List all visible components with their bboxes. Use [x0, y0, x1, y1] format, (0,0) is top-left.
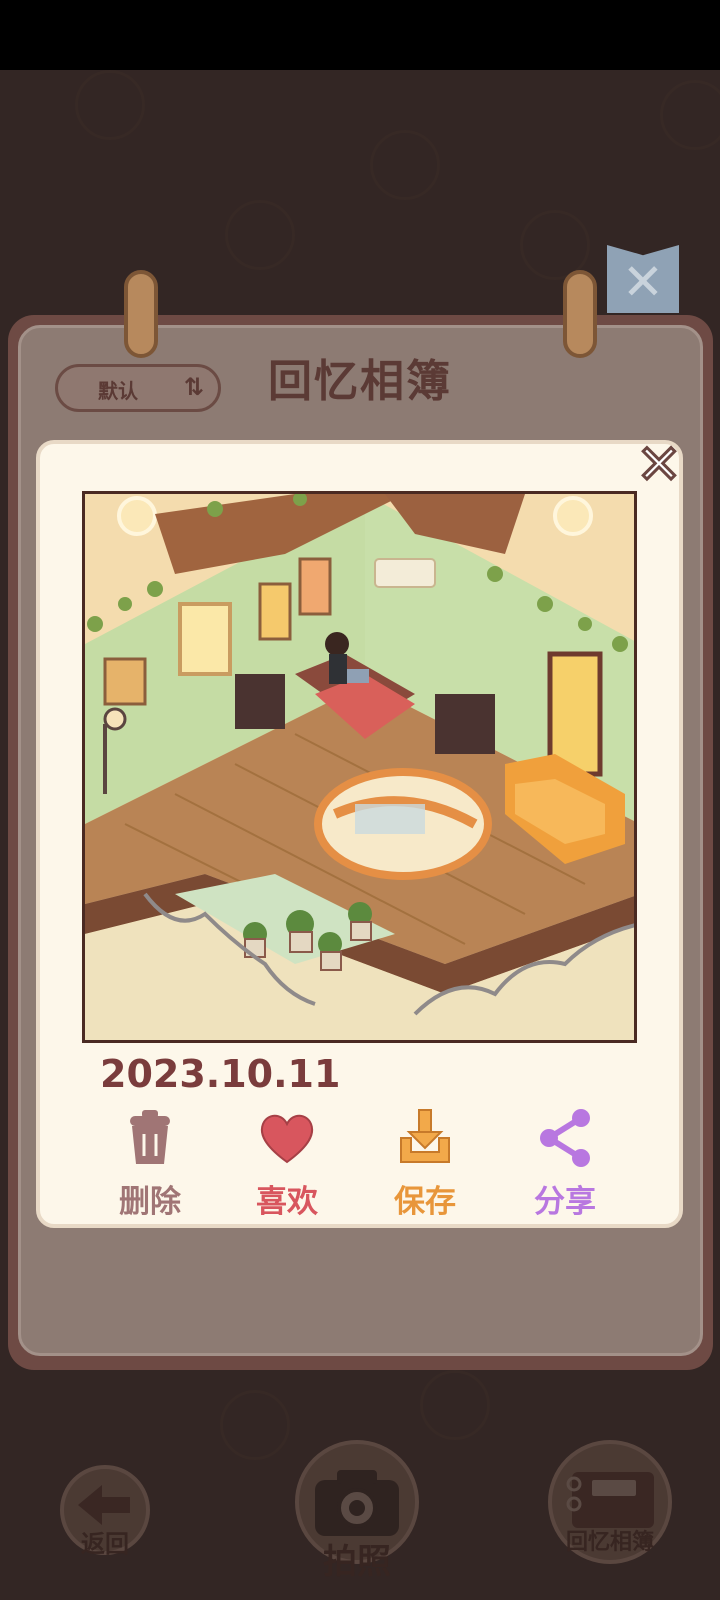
album-nav-label: 回忆相簿	[565, 1530, 654, 1555]
room-illustration	[85, 494, 634, 1040]
save-button[interactable]: 保存	[375, 1108, 475, 1220]
back-label: 返回	[81, 1530, 129, 1558]
share-label: 分享	[534, 1184, 596, 1220]
delete-button[interactable]: 删除	[100, 1108, 200, 1220]
sort-label: 默认	[98, 379, 138, 403]
like-button[interactable]: 喜欢	[237, 1108, 337, 1220]
status-bar	[0, 0, 720, 70]
binder-ring-left	[124, 270, 158, 358]
save-label: 保存	[394, 1184, 456, 1220]
camera-button[interactable]: 拍照	[295, 1440, 419, 1582]
delete-label: 删除	[119, 1184, 181, 1220]
photo-date: 2023.10.11	[100, 1052, 341, 1096]
trash-icon	[130, 1110, 170, 1164]
sort-button[interactable]: 默认 ⇅	[55, 364, 221, 412]
album-title: 回忆相簿	[268, 356, 452, 407]
camera-icon	[315, 1470, 399, 1536]
close-icon: ✕	[622, 253, 664, 311]
album-nav-button[interactable]: 回忆相簿	[548, 1440, 672, 1564]
back-button[interactable]: 返回	[60, 1465, 150, 1558]
photo-image	[82, 491, 637, 1043]
binder-ring-right	[563, 270, 597, 358]
heart-icon	[260, 1114, 314, 1164]
download-icon	[400, 1109, 450, 1163]
like-label: 喜欢	[256, 1184, 318, 1220]
camera-label: 拍照	[323, 1542, 391, 1582]
share-button[interactable]: 分享	[515, 1108, 615, 1220]
sort-arrows-icon: ⇅	[183, 373, 204, 401]
close-icon[interactable]: ✕	[633, 436, 685, 493]
share-icon	[540, 1109, 590, 1167]
